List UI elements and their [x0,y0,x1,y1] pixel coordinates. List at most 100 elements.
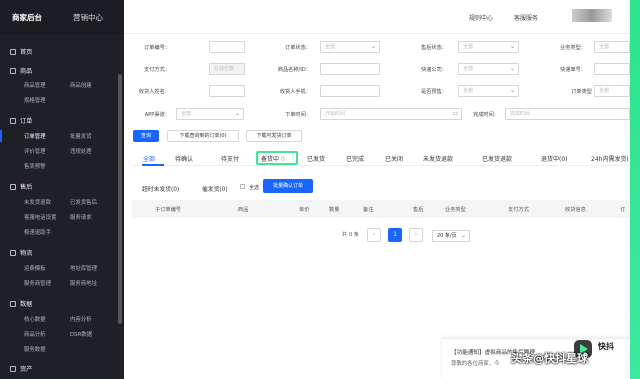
express-select[interactable]: 全部 ⌄ [458,63,519,75]
sidebar-section-goods[interactable]: 商品 [10,66,32,75]
section-label: 订单 [20,118,33,125]
page-size-select[interactable]: 20 条/页 ⌄ [432,230,470,242]
sidebar-item-dsr-data[interactable]: DSR数据 [70,330,92,338]
receiver-phone-input[interactable] [320,85,380,97]
sidebar-item-goods-create[interactable]: 商品创建 [70,81,92,89]
biz-type-select[interactable]: 全部 [594,41,630,53]
sidebar-section-orders[interactable]: 订单 [10,116,32,125]
app-window: 商家后台 营销中心 规则中心 客服服务 首页 商品 商品管理 商品创建 规格管理… [0,0,630,379]
page-1-button[interactable]: 1 [388,228,402,242]
tab-unshipped-refund[interactable]: 未发货退款 [423,154,453,163]
sidebar-item-unshipped-refund[interactable]: 未发货退款 [24,198,51,206]
sidebar-section-aftersale[interactable]: 售后 [10,182,32,191]
right-edge-band [630,0,640,379]
sidebar-item-order-manage[interactable]: 订单管理 [24,132,46,140]
order-type-select[interactable]: 全部 [594,85,630,97]
sidebar-item-spec-manage[interactable]: 规格管理 [24,96,46,104]
sidebar-item-goods-analysis[interactable]: 商品分析 [24,330,46,338]
filter-label-presale: 是否预售： [421,89,447,95]
sidebar-item-fast-refund[interactable]: 极速退助手 [24,228,51,236]
tab-stocking[interactable]: 备货中 0 [261,154,285,163]
section-label: 物流 [20,250,33,257]
prev-page-button[interactable]: ‹ [367,228,381,242]
sidebar-item-core-data[interactable]: 核心数据 [24,315,46,323]
sidebar-home-label: 首页 [20,49,33,56]
select-all-checkbox[interactable] [240,184,245,189]
batch-confirm-button[interactable]: 批量确认订单 [263,179,313,193]
sidebar-item-sale-warning[interactable]: 售卖预警 [24,162,46,170]
tab-pending-confirm[interactable]: 待确认 [175,154,193,163]
filter-label-goods-name: 商品名称/ID： [277,67,311,73]
goods-name-input[interactable] [320,63,380,75]
brand-subtitle[interactable]: 营销中心 [73,12,103,23]
order-status-select[interactable]: 全部 ⌄ [320,41,380,53]
sidebar-section-logistics[interactable]: 物流 [10,248,32,257]
filter-label-aftersale-status: 售后状态： [421,45,447,51]
col-price: 单价 [299,207,310,213]
chevron-down-icon: ⌄ [234,110,240,117]
tab-returning[interactable]: 退货中(0) [541,154,568,163]
col-goods: 商品 [238,207,249,213]
col-sub-order-no: 子订单编号 [155,207,181,213]
customer-service-link[interactable]: 客服服务 [514,13,538,22]
tab-24h-ship[interactable]: 24h内需发货( [591,154,629,163]
tab-closed[interactable]: 已关闭 [385,154,403,163]
filter-label-order-type: 订单类型 [571,89,592,95]
tab-badge: 0 [280,156,285,163]
aftersale-status-select[interactable]: 全部 ⌄ [458,41,519,53]
col-order: 订 [620,207,626,213]
sidebar-item-provider-address[interactable]: 服务商地址 [70,279,97,287]
pay-method-select[interactable]: 在线付款 [209,63,245,75]
filter-label-express-no: 快递单号： [560,67,586,73]
chevron-down-icon: ⌄ [460,232,466,239]
select-value: 全部 [463,66,474,72]
assets-icon [10,365,16,372]
chevron-down-icon: ⌄ [370,43,376,50]
subtab-overdue[interactable]: 超时未发货(0) [142,184,179,193]
export-all-button[interactable]: 下载查询到的订单(0) [167,130,239,142]
tab-completed[interactable]: 已完成 [346,154,364,163]
tab-all[interactable]: 全部 [143,154,155,163]
rules-center-link[interactable]: 规则中心 [469,13,493,22]
finish-time-range[interactable]: 完成时间 [505,108,630,120]
export-shippable-button[interactable]: 下载可发货订单 [246,130,302,142]
tab-pending-pay[interactable]: 待支付 [221,154,239,163]
tab-shipped[interactable]: 已发货 [307,154,325,163]
sidebar-item-goods-manage[interactable]: 商品管理 [24,81,46,89]
section-label: 商品 [20,68,33,75]
express-no-input[interactable] [594,63,630,75]
sidebar-item-violations[interactable]: 违规处理 [70,147,92,155]
filter-label-pay-method: 支付方式： [144,67,170,73]
chevron-right-icon: › [414,231,418,238]
chevron-down-icon: ⌄ [509,65,515,72]
order-no-input[interactable] [209,41,245,53]
sidebar-item-phone-setting[interactable]: 客服电话设置 [24,213,56,221]
sidebar-item-provider-manage[interactable]: 服务商管理 [24,279,51,287]
receiver-name-input[interactable] [209,85,245,97]
sidebar-item-shipped-aftersale[interactable]: 已发货售后 [70,198,97,206]
filter-label-biz-type: 业务类型： [560,45,586,51]
sidebar-section-assets[interactable]: 资产 [10,364,32,373]
sidebar-item-batch-ship[interactable]: 批量发货 [70,132,92,140]
sidebar-section-data[interactable]: 数据 [10,299,32,308]
sidebar-item-address-manage[interactable]: 地址库管理 [70,264,97,272]
section-label: 售后 [20,184,33,191]
subtab-urge[interactable]: 催发货(0) [202,184,228,193]
avatar[interactable] [572,9,612,22]
tab-shipped-refund[interactable]: 已发货退款 [482,154,512,163]
sidebar-item-review-manage[interactable]: 评价管理 [24,147,46,155]
active-tab-underline [142,164,164,166]
brand-title[interactable]: 商家后台 [12,12,42,23]
sidebar-item-service-request[interactable]: 服务请求 [70,213,92,221]
presale-select[interactable]: 全部 ⌄ [458,85,519,97]
app-channel-select[interactable]: 全部 ⌄ [176,108,244,120]
sidebar-item-service-data[interactable]: 服务数据 [24,345,46,353]
search-button[interactable]: 查询 [133,130,159,142]
logistics-icon [10,249,16,256]
filter-label-finish-time: 完成时间： [473,112,499,118]
next-page-button[interactable]: › [409,228,423,242]
sidebar-item-freight-template[interactable]: 运费模板 [24,264,46,272]
sidebar-item-home[interactable]: 首页 [10,47,32,56]
sidebar-item-content-analysis[interactable]: 内容分析 [70,315,92,323]
table-header: 子订单编号 商品 单价 数量 备注 售后 业务类型 支付方式 收货信息 订 [132,200,630,218]
